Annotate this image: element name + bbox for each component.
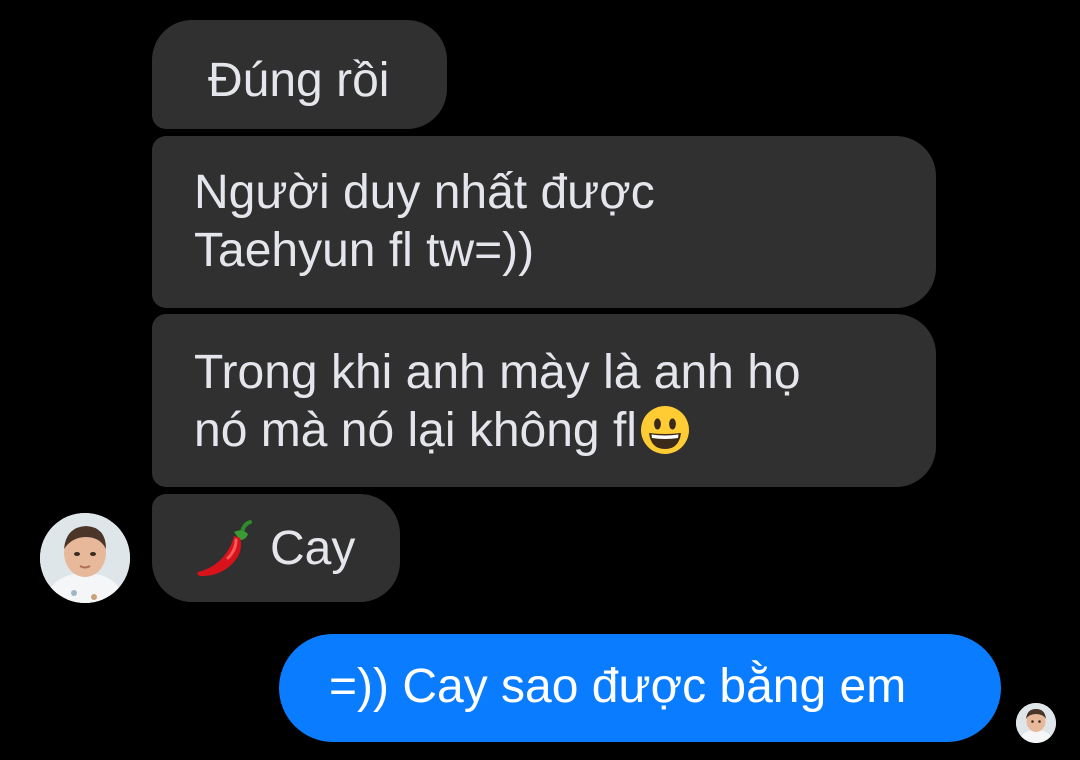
hot-pepper-icon [197,520,252,576]
message-text-line: Người duy nhất được [194,166,655,219]
read-receipt-avatar [1016,703,1056,743]
message-bubble-incoming[interactable]: Trong khi anh mày là anh họ nó mà nó lại… [152,314,936,487]
message-bubble-outgoing[interactable]: =)) Cay sao được bằng em [279,634,1001,742]
contact-avatar[interactable] [40,513,130,603]
message-text-line: Taehyun fl tw=)) [194,224,535,277]
message-bubble-incoming[interactable]: Đúng rồi [152,20,447,129]
message-text: Đúng rồi [208,54,390,107]
grinning-face-icon [640,406,689,454]
message-text-line: nó mà nó lại không fl [194,404,637,457]
message-text: Cay [270,522,356,575]
message-text-line: Trong khi anh mày là anh họ [194,346,801,399]
message-text: =)) Cay sao được bằng em [329,660,907,713]
avatar-photo [40,513,130,603]
message-bubble-incoming[interactable]: Cay [152,494,400,602]
avatar-photo [1016,703,1056,743]
message-bubble-incoming[interactable]: Người duy nhất được Taehyun fl tw=)) [152,136,936,308]
